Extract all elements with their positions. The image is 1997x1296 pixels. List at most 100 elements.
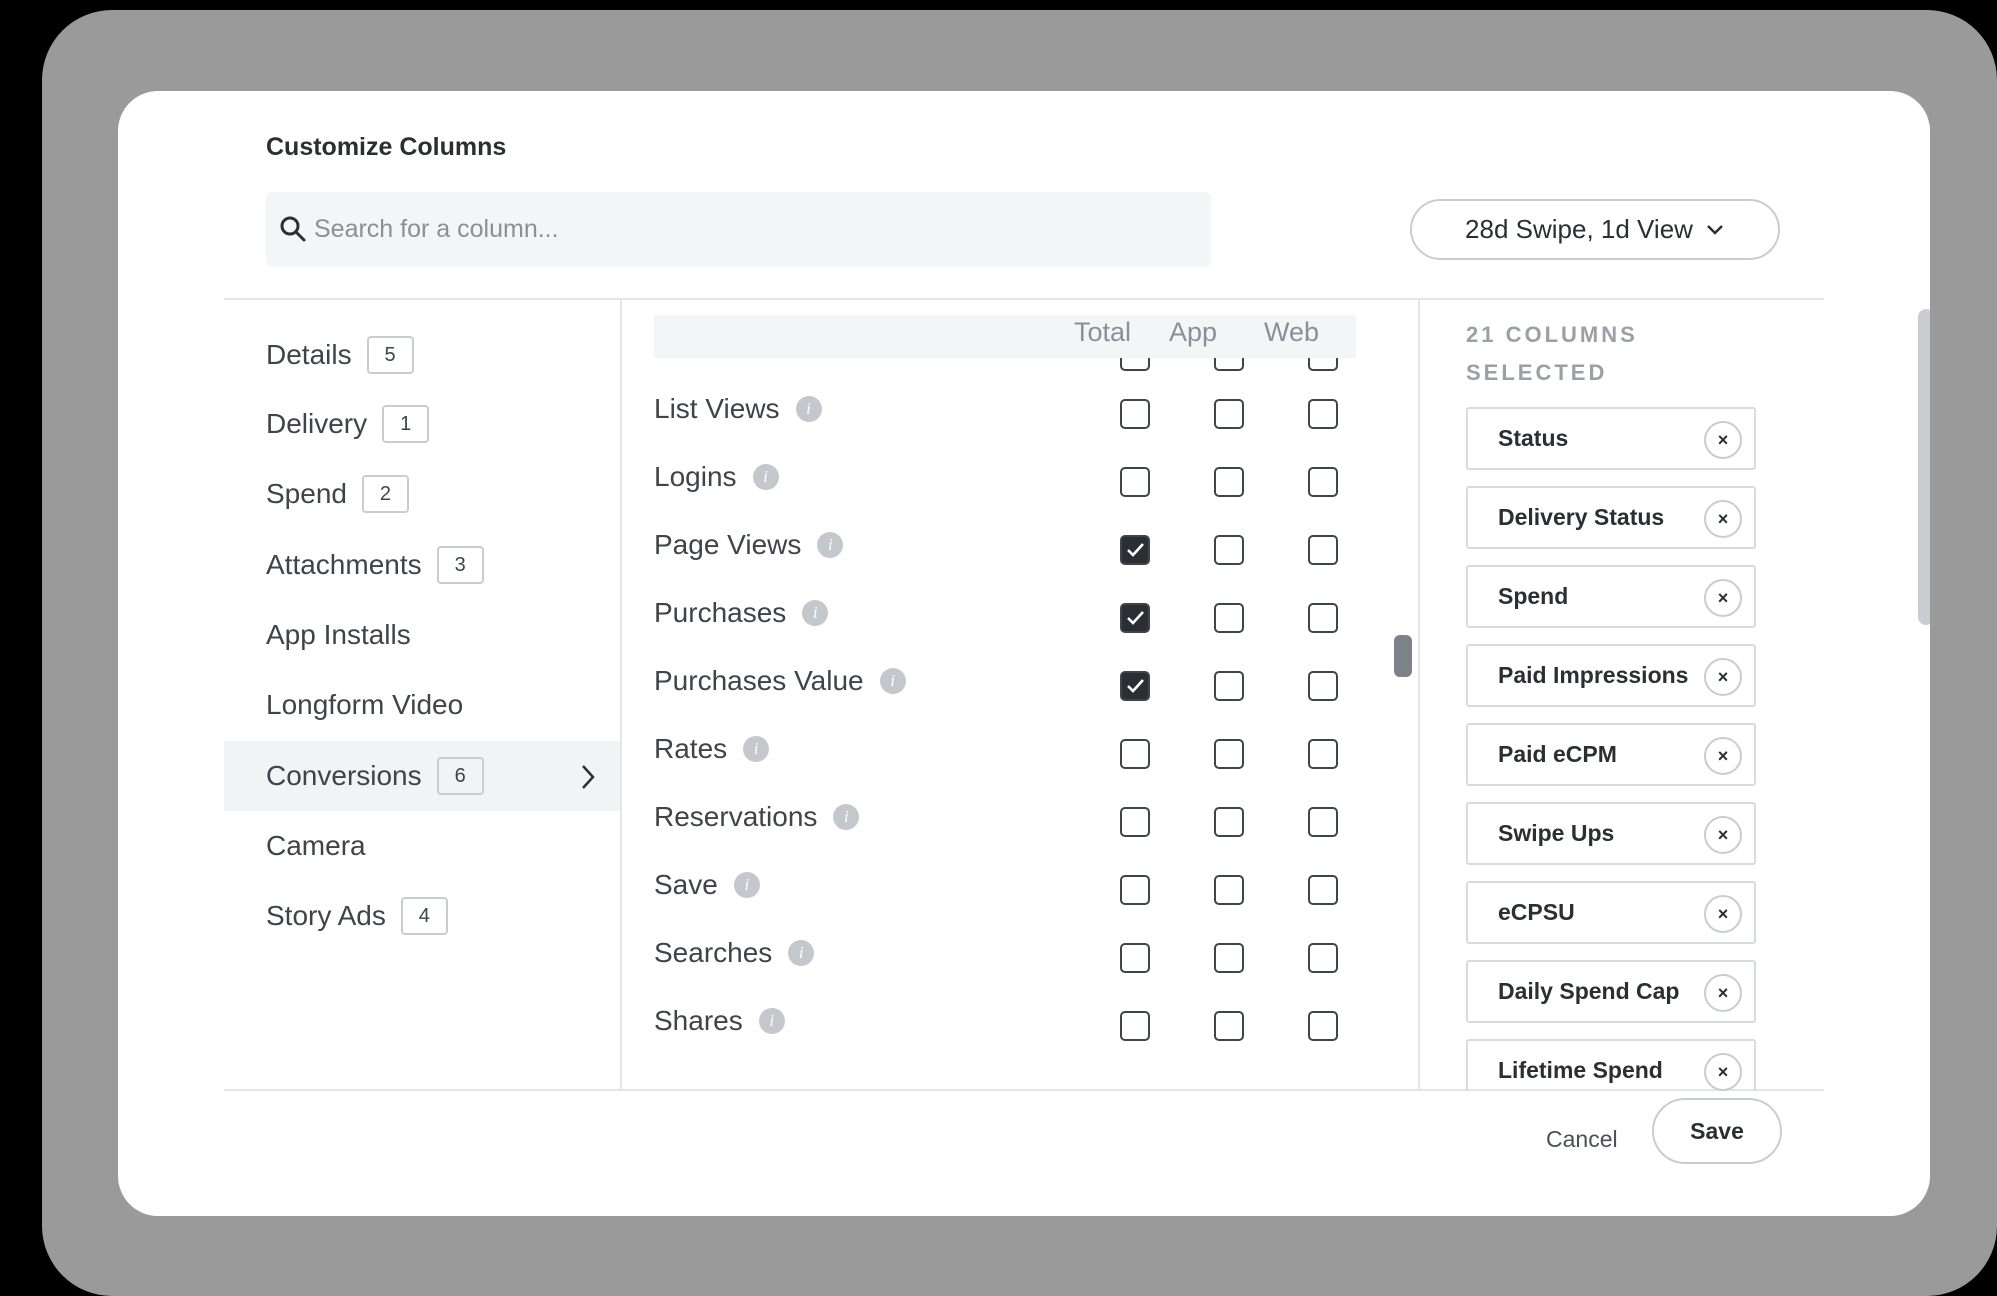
nav-item-label: Camera — [266, 830, 366, 861]
metric-label: Searches i — [654, 937, 815, 969]
nav-item-conversions[interactable]: Conversions 6 — [224, 741, 620, 811]
metric-checkbox-total[interactable] — [1120, 1011, 1150, 1041]
metric-checkbox-app[interactable] — [1214, 603, 1244, 633]
metric-checkbox-web[interactable] — [1308, 467, 1338, 497]
nav-item-label: Spend — [266, 478, 347, 509]
nav-item-camera[interactable]: Camera — [224, 811, 620, 881]
chip-label: Paid eCPM — [1498, 741, 1617, 767]
metric-checkbox-total[interactable] — [1120, 943, 1150, 973]
info-icon[interactable]: i — [817, 532, 844, 558]
metric-checkbox-web[interactable] — [1308, 943, 1338, 973]
remove-chip-icon[interactable]: × — [1704, 816, 1742, 854]
info-icon[interactable]: i — [795, 396, 822, 422]
nav-item-longform-video[interactable]: Longform Video — [224, 670, 620, 740]
selected-column-chip: Swipe Ups × — [1466, 802, 1756, 865]
nav-item-details[interactable]: Details 5 — [224, 320, 620, 390]
remove-chip-icon[interactable]: × — [1704, 1053, 1742, 1091]
metric-checkbox-web[interactable] — [1308, 535, 1338, 565]
info-icon[interactable]: i — [802, 600, 829, 626]
nav-item-app-installs[interactable]: App Installs — [224, 600, 620, 670]
metric-checkbox-web[interactable] — [1308, 1011, 1338, 1041]
selected-column-chip: Lifetime Spend × — [1466, 1039, 1756, 1091]
metric-row: Save i — [654, 859, 1354, 919]
metric-checkbox-web[interactable] — [1308, 875, 1338, 905]
metric-row: Searches i — [654, 927, 1354, 987]
metric-list-scrollbar[interactable] — [1394, 635, 1412, 677]
info-icon[interactable]: i — [833, 804, 860, 830]
metric-checkbox-web[interactable] — [1308, 671, 1338, 701]
nav-item-count: 1 — [382, 405, 430, 443]
nav-item-label: Conversions — [266, 760, 422, 791]
info-icon[interactable]: i — [752, 464, 779, 490]
search-icon — [280, 216, 306, 242]
remove-chip-icon[interactable]: × — [1704, 658, 1742, 696]
nav-item-delivery[interactable]: Delivery 1 — [224, 389, 620, 459]
metric-checkbox-total[interactable] — [1120, 603, 1150, 633]
metric-checkbox-web[interactable] — [1308, 399, 1338, 429]
metric-row: Purchases i — [654, 587, 1354, 647]
metric-checkbox-total[interactable] — [1120, 739, 1150, 769]
metric-checkbox-total[interactable] — [1120, 671, 1150, 701]
metric-checkbox-total[interactable] — [1120, 875, 1150, 905]
search-input[interactable] — [314, 192, 1194, 267]
check-icon — [1127, 611, 1144, 625]
chip-label: eCPSU — [1498, 899, 1575, 925]
metric-checkbox-total[interactable] — [1120, 535, 1150, 565]
remove-chip-icon[interactable]: × — [1704, 895, 1742, 933]
cancel-button[interactable]: Cancel — [1546, 1126, 1618, 1153]
nav-item-count: 5 — [366, 336, 414, 374]
remove-chip-icon[interactable]: × — [1704, 579, 1742, 617]
metric-row: Shares i — [654, 995, 1354, 1055]
selected-column-chip: eCPSU × — [1466, 881, 1756, 944]
nav-item-count: 4 — [400, 897, 448, 935]
remove-chip-icon[interactable]: × — [1704, 737, 1742, 775]
attribution-window-dropdown[interactable]: 28d Swipe, 1d View — [1410, 199, 1780, 260]
info-icon[interactable]: i — [788, 940, 815, 966]
info-icon[interactable]: i — [733, 872, 760, 898]
save-button[interactable]: Save — [1652, 1098, 1782, 1164]
column-header-web: Web — [1264, 317, 1320, 347]
nav-item-attachments[interactable]: Attachments 3 — [224, 530, 620, 600]
customize-columns-modal: Customize Columns 28d Swipe, 1d View Det… — [118, 91, 1930, 1216]
metric-checkbox-app[interactable] — [1214, 671, 1244, 701]
metric-checkbox-app[interactable] — [1214, 943, 1244, 973]
metric-checkbox-total[interactable] — [1120, 467, 1150, 497]
metric-checkbox-app[interactable] — [1214, 467, 1244, 497]
remove-chip-icon[interactable]: × — [1704, 974, 1742, 1012]
metric-checkbox-app[interactable] — [1214, 739, 1244, 769]
modal-title: Customize Columns — [266, 133, 507, 161]
metric-label: Page Views i — [654, 529, 844, 561]
metric-checkbox-app[interactable] — [1214, 399, 1244, 429]
info-icon[interactable]: i — [879, 668, 906, 694]
metric-checkbox-app[interactable] — [1214, 535, 1244, 565]
selected-columns-panel: 21 COLUMNS SELECTED Status × Delivery Stat… — [1418, 300, 1912, 1091]
metric-checkbox-app[interactable] — [1214, 875, 1244, 905]
nav-item-label: Story Ads — [266, 900, 386, 931]
chip-label: Delivery Status — [1498, 504, 1665, 530]
chip-label: Status — [1498, 425, 1569, 451]
chip-label: Lifetime Spend — [1498, 1057, 1663, 1083]
metric-checkbox-total[interactable] — [1120, 399, 1150, 429]
nav-item-spend[interactable]: Spend 2 — [224, 459, 620, 529]
metric-checkbox-web[interactable] — [1308, 739, 1338, 769]
nav-item-story-ads[interactable]: Story Ads 4 — [224, 881, 620, 951]
metric-label: Purchases Value i — [654, 665, 906, 697]
metric-checkbox-web[interactable] — [1308, 603, 1338, 633]
remove-chip-icon[interactable]: × — [1704, 421, 1742, 459]
check-icon — [1127, 543, 1144, 557]
info-icon[interactable]: i — [743, 736, 770, 762]
metric-row: Reservations i — [654, 791, 1354, 851]
chip-label: Swipe Ups — [1498, 820, 1615, 846]
metric-label-text: Searches — [654, 937, 773, 968]
metric-label-text: List Views — [654, 393, 780, 424]
metric-row: Rates i — [654, 723, 1354, 783]
metric-checkbox-app[interactable] — [1214, 1011, 1244, 1041]
selected-panel-scrollbar[interactable] — [1918, 309, 1930, 625]
remove-chip-icon[interactable]: × — [1704, 500, 1742, 538]
info-icon[interactable]: i — [758, 1008, 785, 1034]
metric-label: Logins i — [654, 461, 779, 493]
metric-checkbox-app[interactable] — [1214, 807, 1244, 837]
metric-label-text: Page Views — [654, 529, 802, 560]
metric-checkbox-web[interactable] — [1308, 807, 1338, 837]
metric-checkbox-total[interactable] — [1120, 807, 1150, 837]
